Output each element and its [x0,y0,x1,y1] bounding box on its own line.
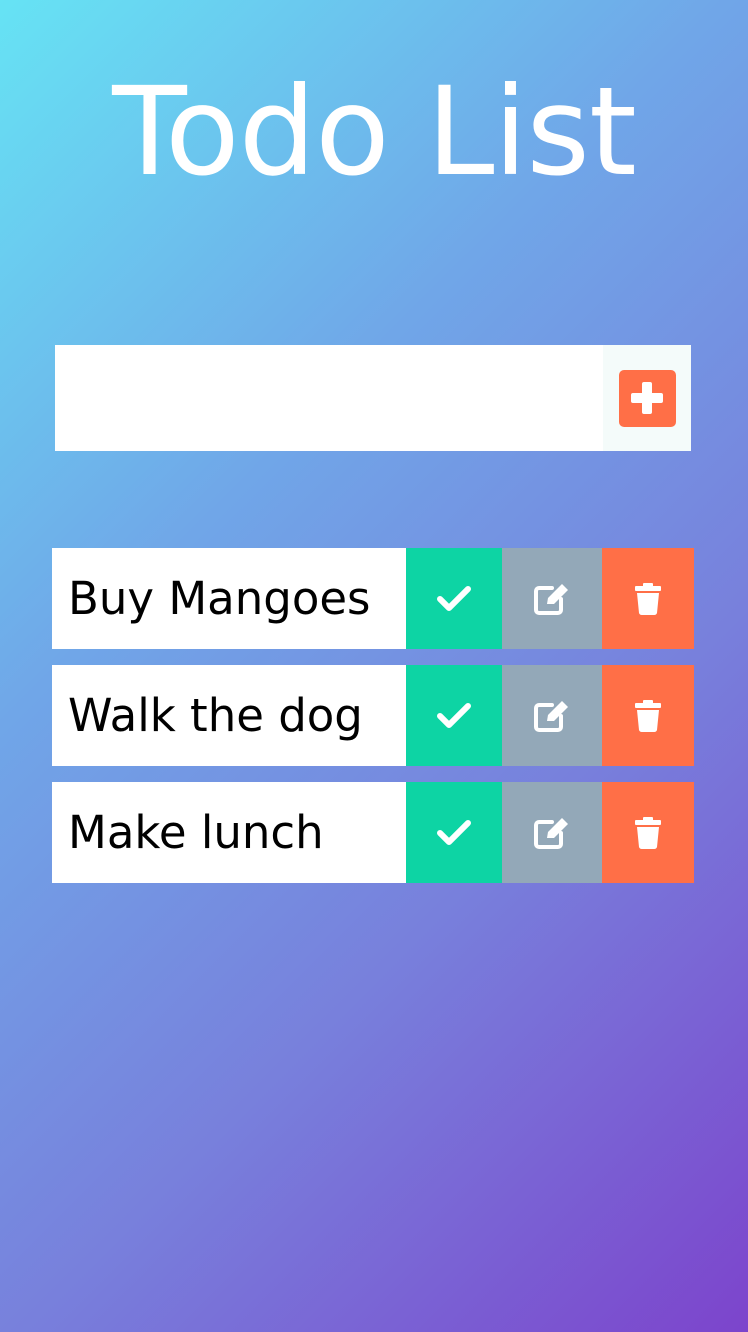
todo-list: Buy Mangoes Walk the dog Make lunch [52,548,694,899]
delete-button[interactable] [602,782,694,883]
todo-input[interactable] [55,345,603,451]
page-title: Todo List [112,61,637,203]
todo-text: Buy Mangoes [52,548,406,649]
todo-text: Walk the dog [52,665,406,766]
todo-item: Walk the dog [52,665,694,766]
trash-icon [635,582,661,615]
check-icon [437,702,471,728]
todo-text: Make lunch [52,782,406,883]
edit-button[interactable] [502,548,602,649]
plus-square-icon [618,369,676,427]
add-todo-button[interactable] [603,345,691,451]
trash-icon [635,699,661,732]
todo-app: Todo List Buy Mangoes Walk the dog Make … [0,0,748,1332]
check-icon [437,585,471,611]
edit-icon [534,817,568,849]
todo-item: Buy Mangoes [52,548,694,649]
edit-icon [534,583,568,615]
delete-button[interactable] [602,548,694,649]
add-todo-form [55,345,691,451]
trash-icon [635,816,661,849]
edit-button[interactable] [502,782,602,883]
edit-icon [534,700,568,732]
todo-item: Make lunch [52,782,694,883]
complete-button[interactable] [406,665,502,766]
complete-button[interactable] [406,782,502,883]
delete-button[interactable] [602,665,694,766]
edit-button[interactable] [502,665,602,766]
complete-button[interactable] [406,548,502,649]
check-icon [437,819,471,845]
